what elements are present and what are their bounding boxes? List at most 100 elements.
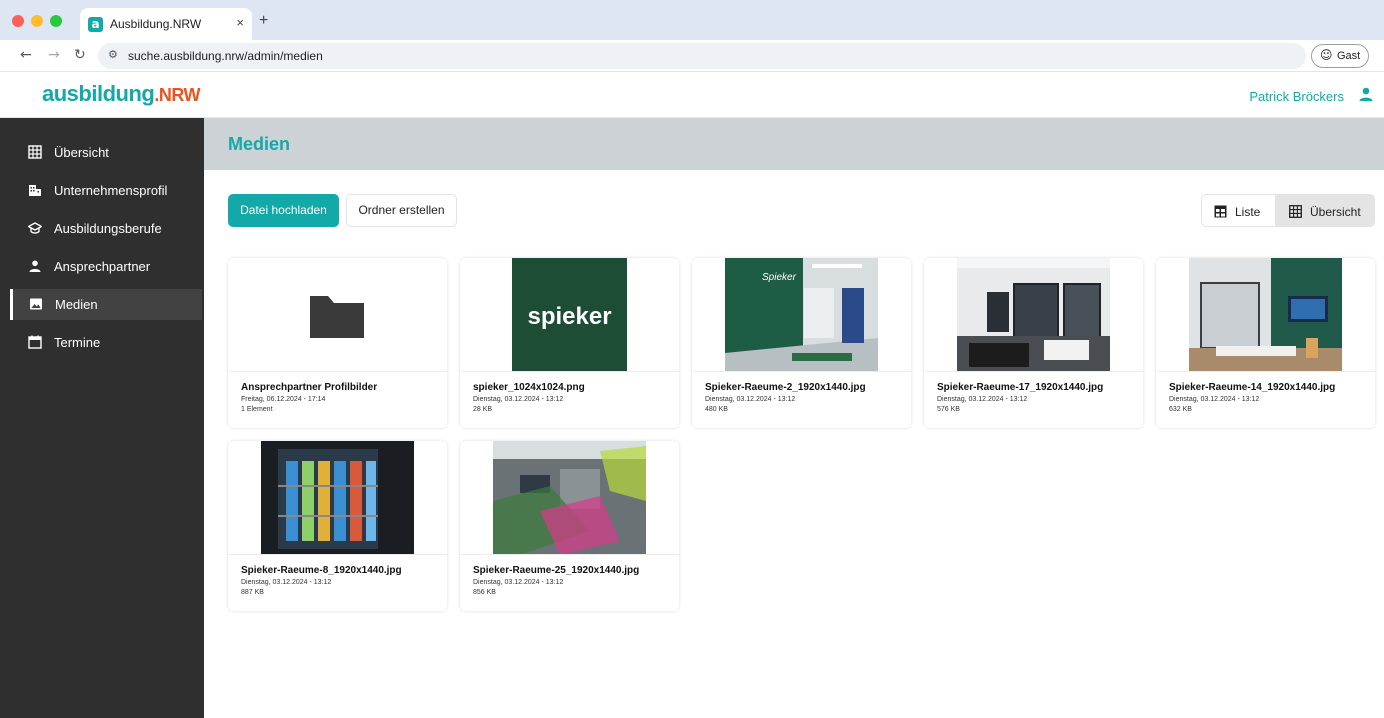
profile-icon: ☺ [1320,48,1333,62]
file-card[interactable]: Spieker-Raeume-25_1920x1440.jpg Dienstag… [460,441,679,611]
file-meta: 28 KB [473,406,493,413]
folder-thumbnail [228,258,447,372]
file-thumbnail [460,441,679,555]
person-icon[interactable] [1358,86,1374,102]
calendar-icon [28,335,42,349]
file-card[interactable]: Spieker Spieker-Raeume-2_1920x1440.jpg D… [692,258,911,428]
site-info-icon[interactable]: ⚙ [108,48,118,61]
file-name: Ansprechpartner Profilbilder [241,382,378,393]
maximize-window-button[interactable] [50,15,62,27]
file-card[interactable]: Spieker-Raeume-17_1920x1440.jpg Dienstag… [924,258,1143,428]
file-thumbnail [228,441,447,555]
profile-button[interactable]: ☺ Gast [1311,44,1369,68]
file-thumbnail: spieker [460,258,679,372]
file-name: Spieker-Raeume-14_1920x1440.jpg [1169,382,1336,393]
create-folder-button[interactable]: Ordner erstellen [346,194,457,227]
file-thumbnail: Spieker [692,258,911,372]
url-text: suche.ausbildung.nrw/admin/medien [128,49,323,63]
image-icon [30,298,42,310]
view-list-button[interactable]: Liste [1202,195,1275,226]
image-preview [261,441,414,554]
image-preview: spieker [512,258,627,371]
page-header: Medien [204,118,1384,170]
back-icon[interactable]: ← [20,47,32,63]
tab-close-icon[interactable]: × [236,15,244,30]
new-tab-icon[interactable]: + [259,12,268,30]
logo-suffix: .NRW [154,85,200,105]
file-date: Dienstag, 03.12.2024 - 13:12 [937,396,1028,403]
user-name[interactable]: Patrick Bröckers [1249,89,1344,104]
sidebar-item-ansprechpartner[interactable]: Ansprechpartner [12,251,204,282]
browser-menu-icon[interactable]: ⋮ [1378,46,1384,62]
sidebar-item-ausbildungsberufe[interactable]: Ausbildungsberufe [12,213,204,244]
favicon-icon: a [88,17,103,32]
image-preview [957,258,1110,371]
grid-icon [28,145,42,159]
image-preview [1189,258,1342,371]
sidebar: Übersicht Unternehmensprofil Ausbildungs… [0,118,204,718]
sidebar-item-label: Ansprechpartner [54,259,151,274]
graduation-cap-icon [28,222,42,234]
file-name: Spieker-Raeume-25_1920x1440.jpg [473,565,640,576]
sidebar-item-unternehmensprofil[interactable]: Unternehmensprofil [12,175,204,206]
logo-text: Spieker [762,272,797,283]
folder-icon [310,296,364,338]
file-thumbnail [924,258,1143,372]
file-date: Freitag, 06.12.2024 - 17:14 [241,396,326,403]
table-icon [1214,205,1227,218]
file-thumbnail [1156,258,1375,372]
sidebar-item-label: Übersicht [54,145,109,160]
address-bar: ← → ↻ ⚙ suche.ausbildung.nrw/admin/medie… [0,40,1384,72]
browser-tab-bar: a Ausbildung.NRW × + [0,0,1384,40]
file-name: spieker_1024x1024.png [473,382,585,393]
image-preview [493,441,646,554]
file-name: Spieker-Raeume-17_1920x1440.jpg [937,382,1104,393]
grid-icon [1289,205,1302,218]
logo-main: ausbildung [42,81,155,106]
view-grid-button[interactable]: Übersicht [1275,195,1374,226]
file-meta: 887 KB [241,589,264,596]
sidebar-item-label: Termine [54,335,101,350]
file-date: Dienstag, 03.12.2024 - 13:12 [241,579,332,586]
sidebar-item-uebersicht[interactable]: Übersicht [12,137,204,168]
image-preview: Spieker [725,258,878,371]
file-name: Spieker-Raeume-8_1920x1440.jpg [241,565,402,576]
file-meta: 856 KB [473,589,496,596]
file-meta: 1 Element [241,406,273,413]
view-grid-label: Übersicht [1310,205,1361,219]
file-card[interactable]: Spieker-Raeume-8_1920x1440.jpg Dienstag,… [228,441,447,611]
folder-card[interactable]: Ansprechpartner Profilbilder Freitag, 06… [228,258,447,428]
minimize-window-button[interactable] [31,15,43,27]
sidebar-item-label: Ausbildungsberufe [54,221,162,236]
building-icon [29,185,41,196]
app-header: ausbildung.NRW Patrick Bröckers [0,73,1384,118]
file-date: Dienstag, 03.12.2024 - 13:12 [473,579,564,586]
file-card[interactable]: spieker spieker_1024x1024.png Dienstag, … [460,258,679,428]
browser-tab[interactable]: a Ausbildung.NRW × [80,8,252,40]
close-window-button[interactable] [12,15,24,27]
file-date: Dienstag, 03.12.2024 - 13:12 [705,396,796,403]
file-date: Dienstag, 03.12.2024 - 13:12 [1169,396,1260,403]
reload-icon[interactable]: ↻ [74,47,86,63]
forward-icon[interactable]: → [48,47,60,63]
sidebar-item-label: Unternehmensprofil [54,183,168,198]
file-name: Spieker-Raeume-2_1920x1440.jpg [705,382,866,393]
sidebar-item-medien[interactable]: Medien [10,289,202,320]
file-card[interactable]: Spieker-Raeume-14_1920x1440.jpg Dienstag… [1156,258,1375,428]
view-toggle: Liste Übersicht [1201,194,1375,227]
logo-text: spieker [527,303,611,330]
sidebar-item-label: Medien [55,297,98,312]
file-meta: 480 KB [705,406,728,413]
tab-title: Ausbildung.NRW [110,17,202,31]
page-title: Medien [228,134,291,154]
file-meta: 632 KB [1169,406,1192,413]
sidebar-item-termine[interactable]: Termine [12,327,204,358]
upload-file-button[interactable]: Datei hochladen [228,194,339,227]
person-icon [29,260,41,272]
logo[interactable]: ausbildung.NRW [42,81,200,107]
file-date: Dienstag, 03.12.2024 - 13:12 [473,396,564,403]
file-meta: 576 KB [937,406,960,413]
url-field[interactable]: ⚙ suche.ausbildung.nrw/admin/medien [98,43,1306,69]
profile-label: Gast [1337,50,1361,62]
view-list-label: Liste [1235,205,1261,219]
